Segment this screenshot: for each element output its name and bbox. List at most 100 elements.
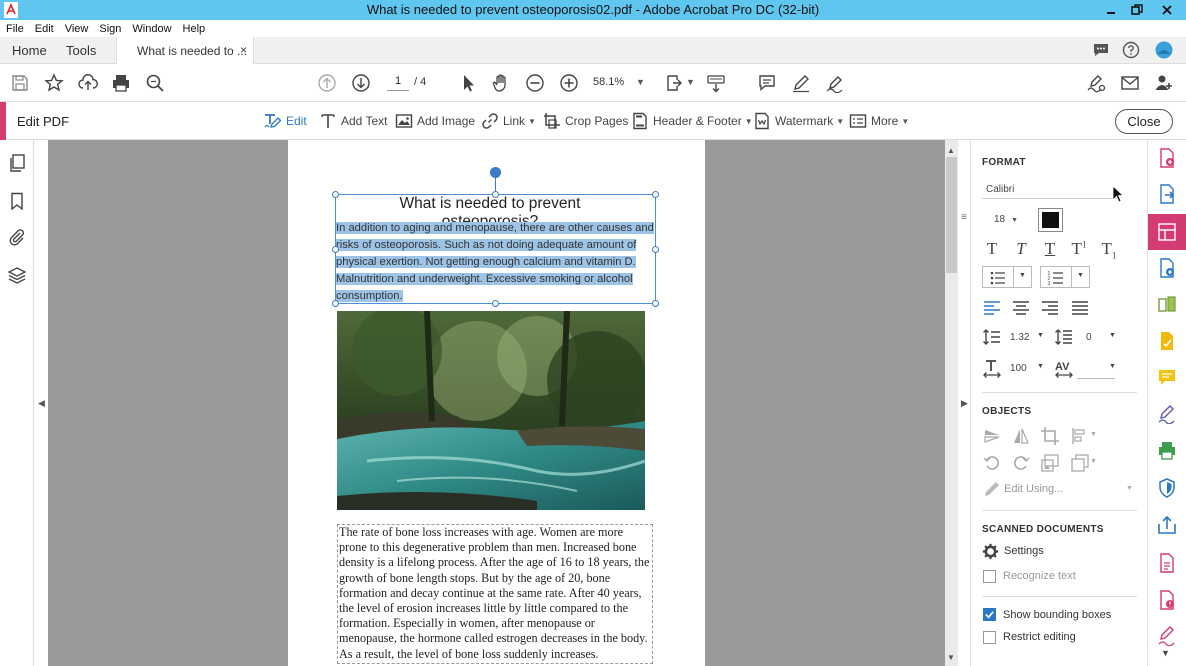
chevron-down-icon[interactable]: ▼ [1077,272,1084,279]
menu-sign[interactable]: Sign [99,23,121,35]
river-forest-image[interactable] [337,311,645,510]
user-avatar-icon[interactable] [1155,41,1173,59]
resize-handle[interactable] [332,191,339,198]
hand-tool-button[interactable] [491,73,511,93]
bullet-list-button[interactable]: ▼ [982,266,1032,288]
rotate-left-icon[interactable] [982,453,1002,473]
resize-handle[interactable] [652,191,659,198]
replace-image-icon[interactable] [1040,453,1060,473]
scroll-down-icon[interactable]: ▼ [947,653,955,662]
resize-handle[interactable] [492,191,499,198]
upload-cloud-button[interactable] [78,73,98,93]
send-for-signature-icon[interactable] [1157,331,1177,351]
edit-tool-button[interactable]: Edit [264,112,307,130]
align-center-icon[interactable] [1011,298,1031,318]
text-bold-button[interactable]: T [982,239,1002,259]
print-production-icon[interactable] [1157,441,1177,461]
vertical-scrollbar[interactable]: ▲ ▼ [945,140,958,666]
minimize-button[interactable] [1098,0,1124,20]
line-spacing-value[interactable]: 1.32 [1010,332,1029,343]
watermark-button[interactable]: Watermark ▼ [753,112,844,130]
tab-close-icon[interactable]: × [240,43,247,57]
help-icon[interactable] [1122,41,1140,59]
draw-tool-button[interactable] [825,73,845,94]
settings-gear-icon[interactable] [982,543,999,560]
text-underline-button[interactable]: T [1040,239,1060,259]
character-spacing-input[interactable] [1077,378,1115,379]
menu-view[interactable]: View [65,23,89,35]
scroll-mode-button[interactable] [706,73,726,93]
duplicate-icon[interactable] [1070,453,1090,473]
text-italic-button[interactable]: T [1011,239,1031,259]
crop-object-icon[interactable] [1040,426,1060,446]
search-button[interactable] [145,73,165,93]
recognize-text-checkbox[interactable] [983,570,996,583]
pdf-page[interactable]: What is needed to prevent osteoporosis? … [288,140,705,666]
rotate-handle[interactable] [490,167,501,178]
edit-using-dropdown[interactable]: Edit Using... [1004,483,1063,495]
scrollbar-thumb[interactable] [946,157,957,273]
zoom-dropdown-icon[interactable]: ▼ [636,77,645,87]
chevron-down-icon[interactable]: ▼ [1090,431,1097,438]
prev-page-button[interactable] [317,73,337,93]
close-edit-button[interactable]: Close [1115,109,1173,134]
organize-pages-icon[interactable] [1157,295,1177,315]
page-thumbnails-icon[interactable] [8,154,26,172]
page-display-button[interactable] [665,73,685,93]
fill-and-sign-icon[interactable] [1157,404,1177,424]
menu-window[interactable]: Window [132,23,171,35]
bookmark-star-button[interactable] [44,73,64,93]
collapse-right-icon[interactable]: ▶ [961,398,968,409]
resize-handle[interactable] [652,300,659,307]
page-display-dropdown-icon[interactable]: ▼ [686,77,695,87]
align-left-icon[interactable] [982,298,1002,318]
resize-handle[interactable] [652,246,659,253]
restrict-editing-checkbox[interactable] [983,631,996,644]
chevron-down-icon[interactable]: ▼ [1019,272,1026,279]
font-color-swatch[interactable] [1038,208,1063,232]
superscript-button[interactable]: T1 [1069,239,1089,259]
add-text-button[interactable]: Add Text [319,112,387,130]
comment-bubble-icon[interactable] [1092,41,1110,59]
tab-tools[interactable]: Tools [66,43,96,58]
chevron-down-icon[interactable]: ▼ [1037,363,1044,370]
pdf-alert-icon[interactable] [1157,590,1177,610]
more-button[interactable]: More ▼ [849,112,909,130]
sign-pen-icon[interactable] [1157,626,1177,646]
font-family-select[interactable]: Calibri [982,181,1117,199]
scroll-up-icon[interactable]: ▲ [947,146,955,155]
link-button[interactable]: Link ▼ [481,112,536,130]
show-bounding-boxes-checkbox[interactable] [983,608,996,621]
numbered-list-button[interactable]: 123 ▼ [1040,266,1090,288]
paragraph-spacing-value[interactable]: 0 [1086,332,1092,343]
chevron-down-icon[interactable]: ▼ [1090,458,1097,465]
align-right-icon[interactable] [1040,298,1060,318]
pdf-document-icon[interactable] [1157,553,1177,573]
right-pane-collapse[interactable]: ≡ ▶ [958,140,971,666]
chevron-down-icon[interactable]: ▼ [1037,332,1044,339]
crop-pages-button[interactable]: Crop Pages [543,112,628,130]
zoom-level-input[interactable]: 58.1% [593,76,624,88]
combine-files-icon[interactable] [1157,258,1177,278]
pane-grip-icon[interactable]: ≡ [961,212,967,223]
tab-home[interactable]: Home [12,43,47,58]
resize-handle[interactable] [332,300,339,307]
page-number-input[interactable]: 1 [387,75,409,91]
zoom-out-button[interactable] [525,73,545,93]
rotate-right-icon[interactable] [1011,453,1031,473]
arrange-icon[interactable] [1070,426,1090,446]
highlight-tool-button[interactable] [791,73,811,93]
font-size-select[interactable]: 18 ▼ [982,212,1030,230]
save-button[interactable] [10,73,30,93]
menu-edit[interactable]: Edit [35,23,54,35]
edit-pdf-icon[interactable] [1157,222,1177,242]
close-window-button[interactable] [1154,0,1180,20]
align-justify-icon[interactable] [1070,298,1090,318]
comment-tool-button[interactable] [757,73,777,93]
horizontal-scale-value[interactable]: 100 [1010,363,1027,374]
settings-label[interactable]: Settings [1004,545,1044,557]
attachments-icon[interactable] [8,228,26,246]
select-tool-button[interactable] [458,73,478,93]
chevron-down-icon[interactable]: ▼ [1109,332,1116,339]
add-image-button[interactable]: Add Image [395,112,475,130]
